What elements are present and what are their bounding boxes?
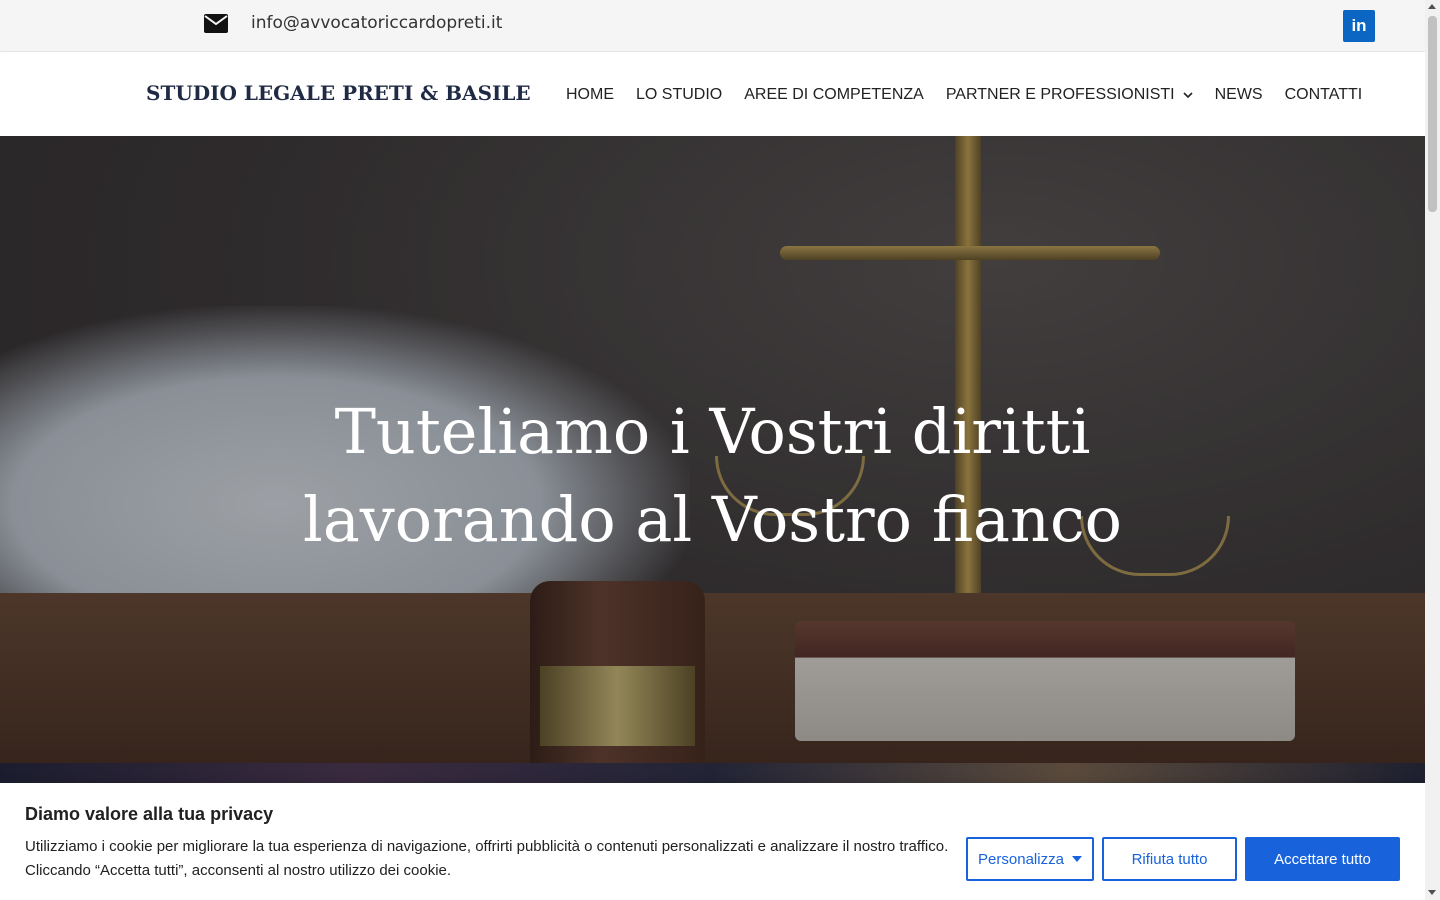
nav-item-label: LO STUDIO	[636, 86, 723, 103]
customize-cookies-button[interactable]: Personalizza	[966, 837, 1094, 881]
accept-all-cookies-button[interactable]: Accettare tutto	[1245, 837, 1400, 881]
nav-item-label: CONTATTI	[1284, 86, 1363, 103]
scrollbar-thumb[interactable]	[1428, 16, 1437, 212]
main-nav: HOME LO STUDIO AREE DI COMPETENZA PARTNE…	[566, 86, 1384, 104]
nav-item-label: AREE DI COMPETENZA	[744, 86, 924, 103]
top-contact-bar: info@avvocatoriccardopreti.it in	[0, 0, 1425, 52]
nav-item-home[interactable]: HOME	[566, 86, 614, 104]
caret-down-icon	[1071, 856, 1082, 862]
scroll-down-arrow-icon[interactable]	[1428, 890, 1436, 895]
cookie-banner-text-line-1: Utilizziamo i cookie per migliorare la t…	[25, 838, 949, 855]
page-scrollbar[interactable]	[1425, 0, 1440, 900]
chevron-down-icon	[1183, 92, 1193, 99]
hero-section: Tuteliamo i Vostri diritti lavorando al …	[0, 136, 1425, 763]
site-header: STUDIO LEGALE PRETI & BASILE HOME LO STU…	[0, 52, 1425, 136]
linkedin-icon[interactable]: in	[1343, 10, 1375, 42]
nav-item-label: NEWS	[1214, 86, 1263, 103]
cookie-consent-banner: Diamo valore alla tua privacy Utilizziam…	[0, 783, 1425, 900]
nav-item-contatti[interactable]: CONTATTI	[1285, 86, 1363, 104]
cookie-banner-text-line-2: Cliccando “Accetta tutti”, acconsenti al…	[25, 862, 452, 879]
envelope-icon[interactable]	[204, 14, 228, 33]
nav-item-partner-e-professionisti[interactable]: PARTNER E PROFESSIONISTI	[946, 86, 1193, 104]
linkedin-icon-label: in	[1351, 16, 1367, 35]
next-section-preview	[0, 763, 1425, 783]
hero-headline-line-2: lavorando al Vostro fianco	[302, 483, 1123, 556]
contact-email-link[interactable]: info@avvocatoriccardopreti.it	[251, 13, 502, 33]
scroll-up-arrow-icon[interactable]	[1428, 4, 1436, 9]
nav-item-lo-studio[interactable]: LO STUDIO	[636, 86, 722, 104]
cookie-banner-text: Utilizziamo i cookie per migliorare la t…	[25, 835, 955, 883]
customize-cookies-label: Personalizza	[978, 850, 1064, 868]
hero-headline-line-1: Tuteliamo i Vostri diritti	[334, 395, 1091, 468]
reject-all-cookies-button[interactable]: Rifiuta tutto	[1102, 837, 1237, 881]
cookie-banner-title: Diamo valore alla tua privacy	[25, 804, 274, 824]
nav-item-aree-di-competenza[interactable]: AREE DI COMPETENZA	[744, 86, 924, 104]
hero-headline: Tuteliamo i Vostri diritti lavorando al …	[0, 388, 1425, 564]
nav-item-label: HOME	[566, 86, 614, 103]
nav-item-news[interactable]: NEWS	[1215, 86, 1263, 104]
nav-item-label: PARTNER E PROFESSIONISTI	[945, 86, 1175, 103]
site-logo[interactable]: STUDIO LEGALE PRETI & BASILE	[146, 81, 531, 105]
